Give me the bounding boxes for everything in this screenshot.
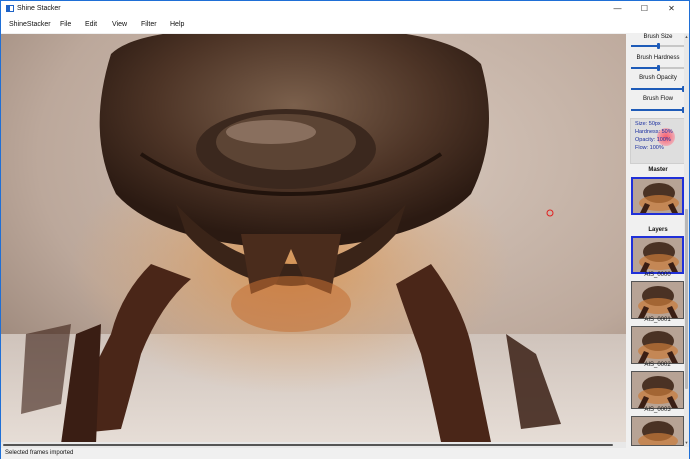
- layer-thumbnail[interactable]: [631, 371, 684, 409]
- brush-hardness-slider[interactable]: [631, 65, 684, 71]
- brush-opacity-slider[interactable]: [631, 86, 685, 92]
- master-thumbnail[interactable]: [631, 177, 684, 215]
- close-button[interactable]: ✕: [658, 1, 685, 17]
- menu-bar: ShineStacker File Edit View Filter Help: [1, 17, 689, 33]
- menu-edit[interactable]: Edit: [85, 21, 97, 28]
- menu-filter[interactable]: Filter: [141, 21, 157, 28]
- menu-shinestacker[interactable]: ShineStacker: [9, 21, 51, 28]
- status-text: Selected frames imported: [5, 450, 74, 456]
- layer-label: AIS_0003: [644, 407, 671, 413]
- layer-thumbnail[interactable]: [631, 326, 684, 364]
- menu-file[interactable]: File: [60, 21, 71, 28]
- menu-help[interactable]: Help: [170, 21, 184, 28]
- image-viewer[interactable]: [1, 34, 626, 442]
- brush-info-hardness: Hardness: 50%: [635, 129, 673, 135]
- brush-hardness-handle[interactable]: [657, 65, 660, 71]
- brush-hardness-label: Brush Hardness: [636, 55, 680, 61]
- layers-label: Layers: [648, 227, 668, 233]
- brush-info-opacity: Opacity: 100%: [635, 137, 671, 143]
- brush-info-panel: Size: 50px Hardness: 50% Opacity: 100% F…: [630, 118, 686, 164]
- menu-view[interactable]: View: [112, 21, 127, 28]
- scroll-down-arrow-icon[interactable]: ▼: [684, 440, 689, 445]
- brush-opacity-label: Brush Opacity: [639, 75, 677, 81]
- horizontal-scroll-thumb[interactable]: [3, 444, 613, 446]
- minimize-button[interactable]: —: [604, 1, 631, 17]
- beetle-photo: [1, 34, 626, 442]
- brush-info-size: Size: 50px: [635, 121, 661, 127]
- title-bar: Shine Stacker — ☐ ✕: [1, 1, 689, 17]
- app-icon: [6, 5, 14, 12]
- status-bar: Selected frames imported: [1, 448, 689, 459]
- tool-sidebar: Brush Size Brush Hardness Brush Opacity …: [627, 34, 689, 447]
- brush-size-label: Brush Size: [643, 34, 673, 40]
- window-title: Shine Stacker: [17, 5, 61, 12]
- layer-thumbnail[interactable]: [631, 416, 684, 446]
- maximize-button[interactable]: ☐: [631, 1, 658, 17]
- brush-size-handle[interactable]: [657, 43, 660, 49]
- layer-label: AIS_0000: [644, 272, 671, 278]
- layer-label: AIS_0001: [644, 317, 671, 323]
- sidebar-scroll-thumb[interactable]: [685, 209, 688, 389]
- brush-flow-slider[interactable]: [631, 107, 685, 113]
- layer-thumbnail[interactable]: [631, 281, 684, 319]
- app-window: Shine Stacker — ☐ ✕ ShineStacker File Ed…: [0, 0, 690, 459]
- brush-size-slider[interactable]: [631, 43, 684, 49]
- scroll-up-arrow-icon[interactable]: ▲: [684, 34, 689, 39]
- layer-label: AIS_0002: [644, 362, 671, 368]
- sidebar-scrollbar[interactable]: ▲ ▼: [684, 34, 689, 447]
- master-label: Master: [648, 167, 668, 173]
- layer-thumbnail[interactable]: [631, 236, 684, 274]
- brush-flow-label: Brush Flow: [642, 96, 673, 102]
- brush-info-flow: Flow: 100%: [635, 145, 664, 151]
